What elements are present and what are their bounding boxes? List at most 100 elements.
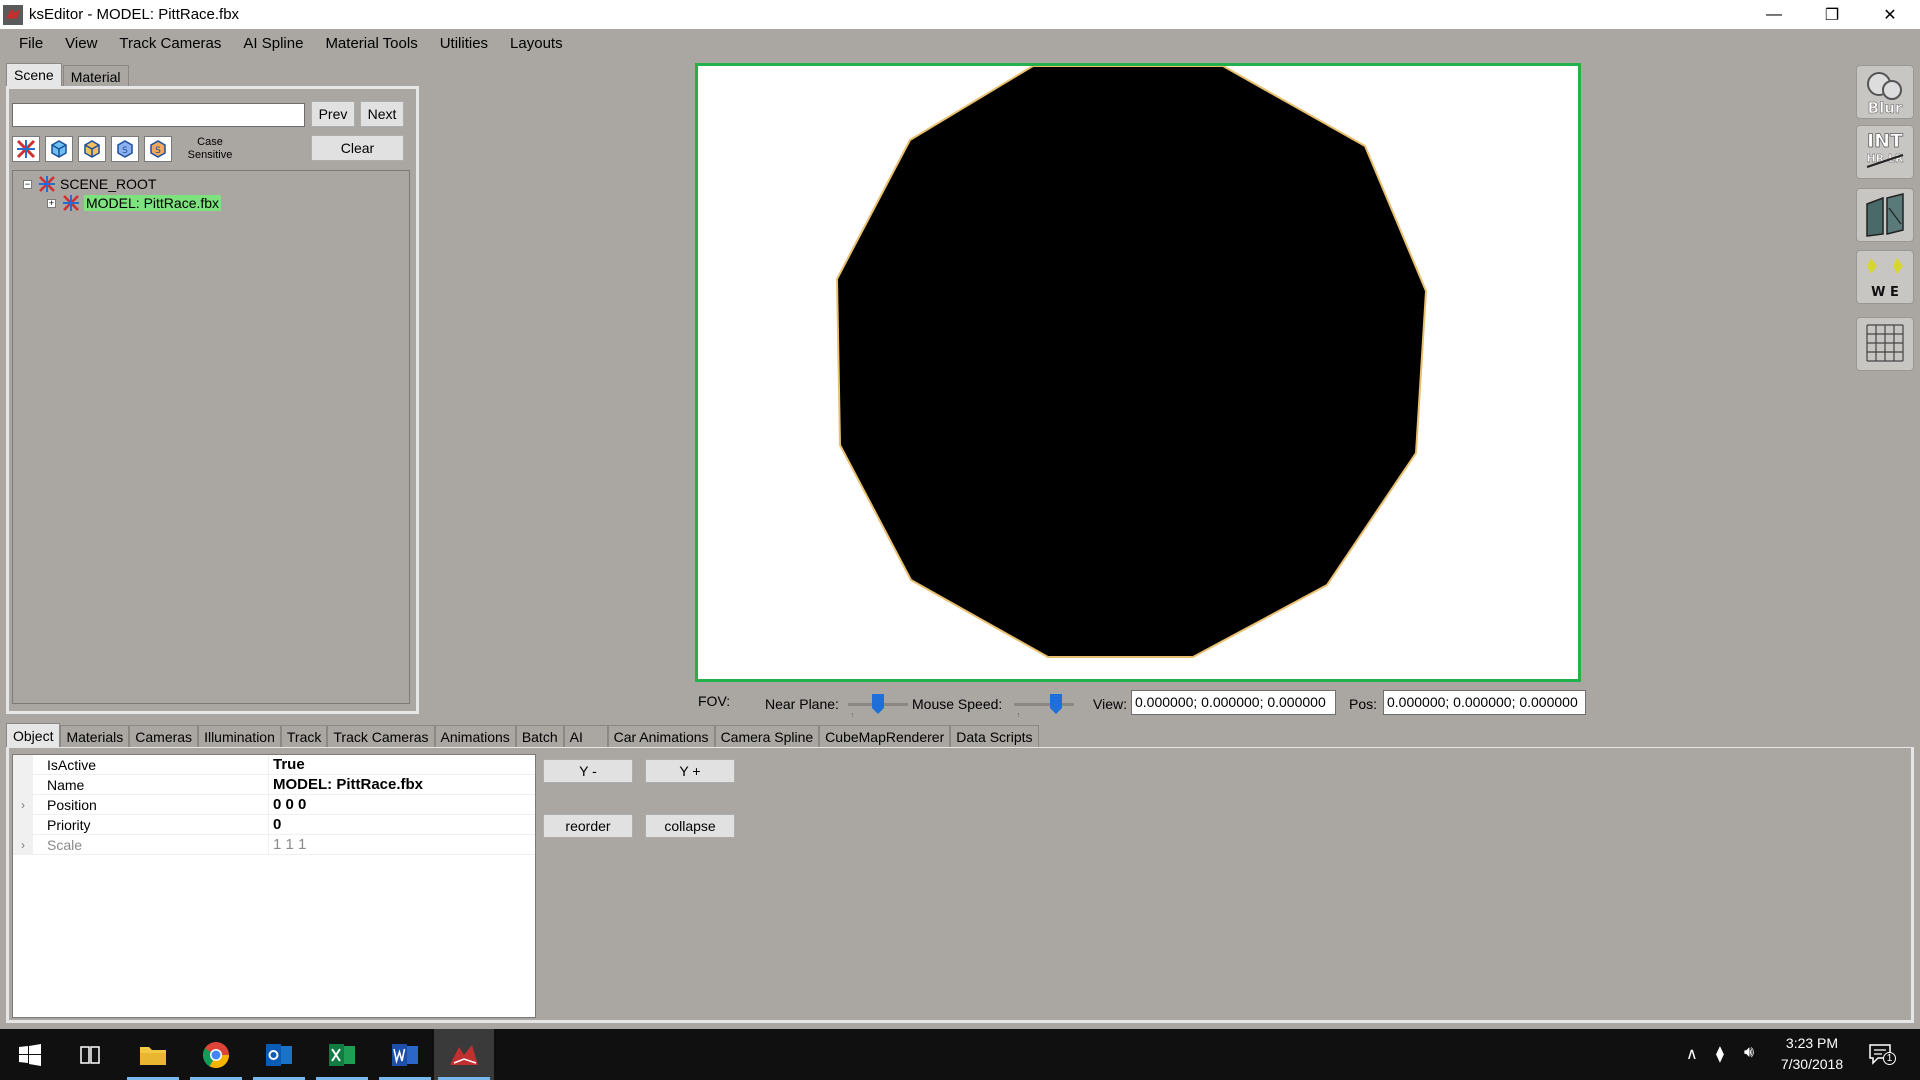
taskbar-excel[interactable] <box>312 1029 372 1080</box>
pos-field[interactable]: 0.000000; 0.000000; 0.000000 <box>1383 690 1586 715</box>
tree-label-model: MODEL: PittRace.fbx <box>84 195 222 211</box>
tab-ai[interactable]: AI <box>563 725 608 748</box>
network-icon[interactable]: ⧫ <box>1716 1044 1724 1064</box>
int-button[interactable]: INT HR LR <box>1856 125 1914 179</box>
property-row-name[interactable]: Name MODEL: PittRace.fbx <box>13 774 535 795</box>
blur-button[interactable]: Blur <box>1856 65 1914 119</box>
property-row-priority[interactable]: Priority 0 <box>13 814 535 835</box>
menu-utilities[interactable]: Utilities <box>429 35 499 52</box>
tab-batch[interactable]: Batch <box>515 725 564 748</box>
tab-cubemaprenderer[interactable]: CubeMapRenderer <box>819 725 951 748</box>
expand-icon[interactable]: + <box>47 198 56 208</box>
tab-cameras[interactable]: Cameras <box>129 725 199 748</box>
property-value[interactable]: MODEL: PittRace.fbx <box>269 776 423 793</box>
menu-material-tools[interactable]: Material Tools <box>314 35 428 52</box>
case-sensitive-label[interactable]: Case Sensitive <box>186 136 234 162</box>
taskbar-outlook[interactable] <box>249 1029 309 1080</box>
3d-viewport[interactable] <box>695 63 1581 682</box>
collapse-button[interactable]: collapse <box>645 814 735 838</box>
filter-node-icon[interactable] <box>78 136 106 162</box>
filter-mesh-icon[interactable] <box>45 136 73 162</box>
scene-tree[interactable]: − SCENE_ROOT + MODEL: PittRace.fbx <box>12 170 410 704</box>
chevron-right-icon[interactable]: › <box>13 794 33 815</box>
we-icon: W E <box>1867 258 1903 300</box>
property-name: Scale <box>33 834 269 855</box>
menu-track-cameras[interactable]: Track Cameras <box>108 35 232 52</box>
property-row-isactive[interactable]: IsActive True <box>13 754 535 775</box>
tab-scene[interactable]: Scene <box>6 63 62 88</box>
mouse-speed-thumb[interactable] <box>1050 694 1062 714</box>
filter-all-icon[interactable] <box>12 136 40 162</box>
taskbar <box>0 1029 1920 1080</box>
property-name: IsActive <box>33 754 269 775</box>
next-button[interactable]: Next <box>360 101 404 127</box>
tab-illumination[interactable]: Illumination <box>198 725 281 748</box>
restore-button[interactable]: ❐ <box>1803 0 1861 29</box>
menu-ai-spline[interactable]: AI Spline <box>232 35 314 52</box>
tab-track[interactable]: Track <box>280 725 328 748</box>
property-row-position[interactable]: › Position 0 0 0 <box>13 794 535 815</box>
view-field[interactable]: 0.000000; 0.000000; 0.000000 <box>1131 690 1336 715</box>
menu-file[interactable]: File <box>8 35 54 52</box>
notifications-button[interactable]: 1 <box>1868 1042 1896 1066</box>
taskbar-word[interactable] <box>375 1029 435 1080</box>
property-value[interactable]: 0 <box>269 816 281 833</box>
near-plane-slider[interactable] <box>848 694 908 717</box>
clock-date: 7/30/2018 <box>1780 1056 1844 1072</box>
word-icon <box>392 1043 418 1066</box>
property-row-scale[interactable]: › Scale 1 1 1 <box>13 834 535 855</box>
scene-search-input[interactable] <box>12 103 305 127</box>
tab-object[interactable]: Object <box>6 723 61 748</box>
property-grid[interactable]: IsActive True Name MODEL: PittRace.fbx ›… <box>12 754 536 1018</box>
outlook-icon <box>266 1043 292 1066</box>
scene-node-icon <box>39 176 55 192</box>
tab-car-animations[interactable]: Car Animations <box>607 725 715 748</box>
tab-material[interactable]: Material <box>62 65 129 88</box>
property-value[interactable]: True <box>269 756 305 773</box>
clear-button[interactable]: Clear <box>311 135 404 161</box>
row-gutter <box>13 754 33 775</box>
tab-materials[interactable]: Materials <box>60 725 130 748</box>
y-minus-button[interactable]: Y - <box>543 759 633 783</box>
taskbar-file-explorer[interactable] <box>123 1029 183 1080</box>
property-name: Position <box>33 794 269 815</box>
tree-node-scene-root[interactable]: − SCENE_ROOT <box>23 175 156 193</box>
tree-label-scene-root: SCENE_ROOT <box>60 176 157 192</box>
texture-panels-icon <box>1866 193 1904 237</box>
taskbar-kseditor[interactable] <box>434 1029 494 1080</box>
tab-track-cameras[interactable]: Track Cameras <box>327 725 435 748</box>
start-button[interactable] <box>0 1029 60 1080</box>
tab-data-scripts[interactable]: Data Scripts <box>950 725 1039 748</box>
tab-animations[interactable]: Animations <box>434 725 516 748</box>
chevron-right-icon[interactable]: › <box>13 834 33 855</box>
menu-layouts[interactable]: Layouts <box>499 35 574 52</box>
property-value[interactable]: 0 0 0 <box>269 796 306 813</box>
minimize-button[interactable]: — <box>1745 0 1803 29</box>
collapse-icon[interactable]: − <box>23 179 32 189</box>
notification-count-badge: 1 <box>1883 1052 1896 1065</box>
we-button[interactable]: W E <box>1856 250 1914 304</box>
texture-toggle-button[interactable] <box>1856 188 1914 242</box>
prev-button[interactable]: Prev <box>311 101 355 127</box>
fov-label: FOV: <box>698 693 731 709</box>
tree-node-model[interactable]: + MODEL: PittRace.fbx <box>47 194 222 212</box>
volume-icon[interactable]: 🔊︎ <box>1744 1044 1754 1062</box>
grid-icon <box>1866 324 1904 362</box>
close-button[interactable]: ✕ <box>1861 0 1919 29</box>
grid-button[interactable] <box>1856 317 1914 371</box>
reorder-button[interactable]: reorder <box>543 814 633 838</box>
task-view-button[interactable] <box>60 1029 120 1080</box>
taskbar-chrome[interactable] <box>186 1029 246 1080</box>
y-plus-button[interactable]: Y + <box>645 759 735 783</box>
menu-view[interactable]: View <box>54 35 108 52</box>
near-plane-thumb[interactable] <box>872 694 884 714</box>
filter-skinned-icon[interactable]: S <box>111 136 139 162</box>
mouse-speed-slider[interactable] <box>1014 694 1074 717</box>
chrome-icon <box>202 1041 230 1068</box>
tray-overflow-icon[interactable]: ∧ <box>1686 1044 1698 1064</box>
filter-special-icon[interactable]: S <box>144 136 172 162</box>
slider-ticks <box>1018 713 1070 717</box>
system-clock[interactable]: 3:23 PM 7/30/2018 <box>1774 1033 1850 1075</box>
near-plane-label: Near Plane: <box>765 696 839 712</box>
tab-camera-spline[interactable]: Camera Spline <box>714 725 820 748</box>
